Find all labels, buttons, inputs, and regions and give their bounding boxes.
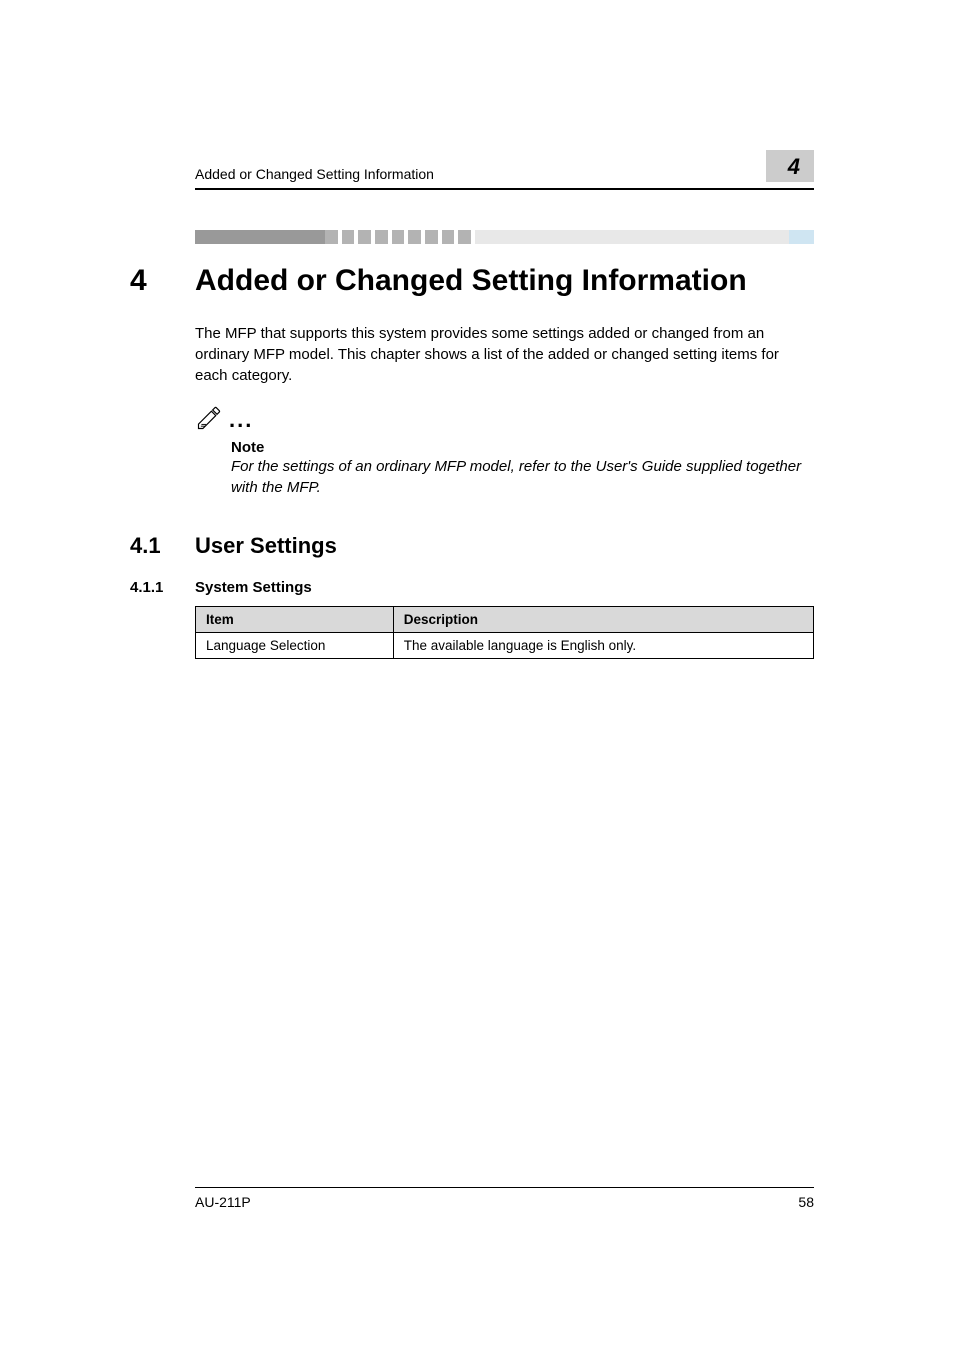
pencil-icon xyxy=(195,404,223,437)
section-number: 4.1 xyxy=(130,533,195,559)
note-text: For the settings of an ordinary MFP mode… xyxy=(231,456,814,498)
intro-paragraph: The MFP that supports this system provid… xyxy=(195,323,814,386)
table-header-description: Description xyxy=(393,607,813,633)
page-footer: AU-211P 58 xyxy=(195,1187,814,1210)
settings-table: Item Description Language Selection The … xyxy=(195,606,814,659)
footer-model: AU-211P xyxy=(195,1194,251,1210)
chapter-title: Added or Changed Setting Information xyxy=(195,264,747,298)
table-cell-item: Language Selection xyxy=(196,633,394,659)
section-title: User Settings xyxy=(195,533,337,559)
table-cell-description: The available language is English only. xyxy=(393,633,813,659)
table-row: Language Selection The available languag… xyxy=(196,633,814,659)
subsection-number: 4.1.1 xyxy=(130,579,195,596)
decorative-bar xyxy=(195,230,814,244)
footer-page-number: 58 xyxy=(798,1194,814,1210)
note-block: ... Note For the settings of an ordinary… xyxy=(195,404,814,498)
header-chapter-number: 4 xyxy=(766,150,814,182)
note-label: Note xyxy=(231,439,814,456)
running-head: Added or Changed Setting Information xyxy=(195,166,434,182)
table-header-item: Item xyxy=(196,607,394,633)
header-rule xyxy=(195,188,814,190)
chapter-number: 4 xyxy=(130,264,195,298)
table-header-row: Item Description xyxy=(196,607,814,633)
note-dots: ... xyxy=(229,414,253,427)
subsection-title: System Settings xyxy=(195,579,312,596)
